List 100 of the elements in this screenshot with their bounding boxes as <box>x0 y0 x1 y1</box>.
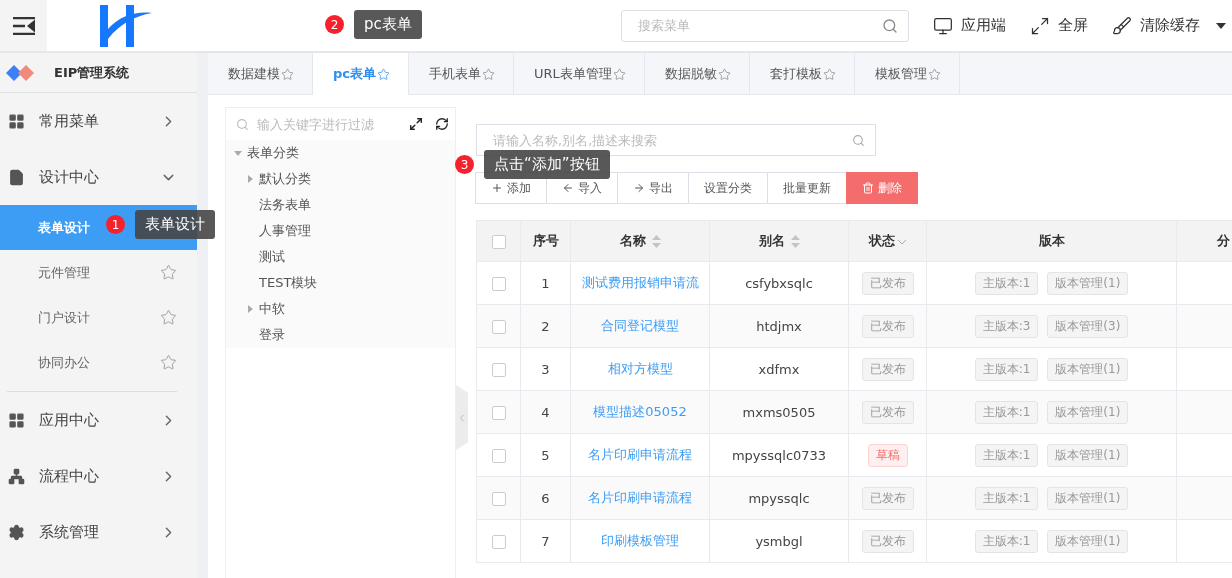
tab[interactable]: 手机表单 <box>409 53 514 95</box>
star-icon[interactable] <box>377 67 390 81</box>
star-icon[interactable] <box>612 67 626 81</box>
expand-icon[interactable] <box>409 117 423 131</box>
tree-node[interactable]: TEST模块 <box>226 270 455 296</box>
table-cell: csfybxsqlc <box>709 261 849 305</box>
brush-icon <box>1112 15 1132 36</box>
tab[interactable]: 数据脱敏 <box>644 53 750 95</box>
column-header[interactable]: 序号 <box>520 220 571 262</box>
menu-icon[interactable] <box>0 0 47 51</box>
fullscreen-icon <box>1030 15 1050 36</box>
submenu-item[interactable]: 门户设计 <box>0 295 197 340</box>
checkbox[interactable] <box>491 405 506 420</box>
menu-item[interactable]: 系统管理 <box>0 504 197 560</box>
monitor-icon <box>933 15 953 36</box>
tree-node[interactable]: 人事管理 <box>226 218 455 244</box>
checkbox[interactable] <box>491 234 506 249</box>
table-cell: mxms0505 <box>709 390 849 434</box>
search-icon <box>236 117 249 131</box>
brand-name: EIP管理系统 <box>54 63 130 82</box>
status-tag: 已发布 <box>861 486 914 510</box>
toolbar-button[interactable]: 导出 <box>617 172 689 204</box>
header-action[interactable]: 清除缓存 <box>1112 15 1226 36</box>
search-field[interactable]: 请输入名称,别名,描述来搜索 <box>476 124 876 156</box>
tree-node[interactable]: 默认分类 <box>226 166 455 192</box>
column-header[interactable]: 别名 <box>709 220 849 262</box>
step-tooltip: pc表单 <box>354 10 422 39</box>
toolbar-button[interactable]: 批量更新 <box>767 172 847 204</box>
search-icon[interactable] <box>882 17 898 34</box>
tree-node[interactable]: 表单分类 <box>226 140 455 166</box>
checkbox[interactable] <box>491 534 506 549</box>
menu-item[interactable]: 常用菜单 <box>0 93 197 149</box>
table-cell: 7 <box>520 519 571 563</box>
star-icon[interactable] <box>717 67 731 81</box>
tab[interactable]: 模板管理 <box>854 53 960 95</box>
header-action[interactable]: 应用端 <box>933 15 1006 36</box>
checkbox[interactable] <box>491 448 506 463</box>
star-icon[interactable] <box>281 67 294 81</box>
table-cell: 2 <box>520 304 571 348</box>
table-cell: 1 <box>520 261 571 305</box>
grid-icon <box>8 112 25 130</box>
table-cell: xdfmx <box>709 347 849 391</box>
trash-icon <box>862 182 874 194</box>
search-icon[interactable] <box>852 133 865 147</box>
tab[interactable]: URL表单管理 <box>514 53 645 95</box>
submenu-item[interactable]: 元件管理 <box>0 250 197 295</box>
table-cell: ysmbgl <box>709 519 849 563</box>
settings-icon <box>8 523 25 541</box>
star-icon[interactable] <box>160 354 177 371</box>
table-cell: 5 <box>520 433 571 477</box>
step-badge: 2 <box>325 15 344 34</box>
plus-icon <box>491 182 503 194</box>
checkbox[interactable] <box>491 362 506 377</box>
column-header[interactable]: 分 <box>1176 220 1232 262</box>
status-tag: 草稿 <box>867 443 908 467</box>
tab[interactable]: 套打模板 <box>749 53 855 95</box>
table-cell: htdjmx <box>709 304 849 348</box>
column-header[interactable]: 名称 <box>570 220 710 262</box>
step-badge: 3 <box>455 155 474 174</box>
arrow-left-icon <box>562 182 574 194</box>
logo-icon <box>100 4 152 47</box>
toolbar-button[interactable]: 设置分类 <box>688 172 768 204</box>
sort-icon[interactable] <box>651 235 661 248</box>
tree-node[interactable]: 测试 <box>226 244 455 270</box>
status-tag: 已发布 <box>861 357 914 381</box>
column-header[interactable]: 版本 <box>926 220 1177 262</box>
menu-item[interactable]: 流程中心 <box>0 448 197 504</box>
chevron-down-icon[interactable] <box>898 240 906 245</box>
search-input[interactable]: 请输入名称,别名,描述来搜索 <box>491 131 852 149</box>
filter-field[interactable]: 输入关键字进行过滤 <box>255 115 403 133</box>
header-action[interactable]: 全屏 <box>1030 15 1088 36</box>
caret-down-icon[interactable] <box>1216 22 1226 29</box>
search-input[interactable]: 搜索菜单 <box>636 17 882 34</box>
star-icon[interactable] <box>927 67 941 81</box>
checkbox[interactable] <box>491 276 506 291</box>
status-tag: 已发布 <box>861 314 914 338</box>
sort-icon[interactable] <box>790 235 800 248</box>
status-tag: 已发布 <box>861 400 914 424</box>
menu-item[interactable]: 设计中心 <box>0 149 197 205</box>
checkbox[interactable] <box>491 319 506 334</box>
caret-right-icon[interactable] <box>246 305 254 313</box>
star-icon[interactable] <box>160 264 177 281</box>
refresh-icon[interactable] <box>435 117 449 131</box>
search-field[interactable]: 搜索菜单 <box>621 9 909 42</box>
grid-icon <box>8 411 25 429</box>
table-cell: 6 <box>520 476 571 520</box>
table-cell: 3 <box>520 347 571 391</box>
checkbox[interactable] <box>491 491 506 506</box>
submenu-item[interactable]: 协同办公 <box>0 340 197 385</box>
arrow-right-icon <box>633 182 645 194</box>
caret-right-icon[interactable] <box>246 175 254 183</box>
column-header[interactable]: 状态 <box>848 220 927 262</box>
menu-item[interactable]: 应用中心 <box>0 392 197 448</box>
tree-node[interactable]: 登录 <box>226 322 455 348</box>
tree-node[interactable]: 法务表单 <box>226 192 455 218</box>
star-icon[interactable] <box>160 309 177 326</box>
star-icon[interactable] <box>482 67 495 81</box>
collapse-handle[interactable] <box>456 385 468 450</box>
star-icon[interactable] <box>822 67 836 81</box>
tree-node[interactable]: 中软 <box>226 296 455 322</box>
